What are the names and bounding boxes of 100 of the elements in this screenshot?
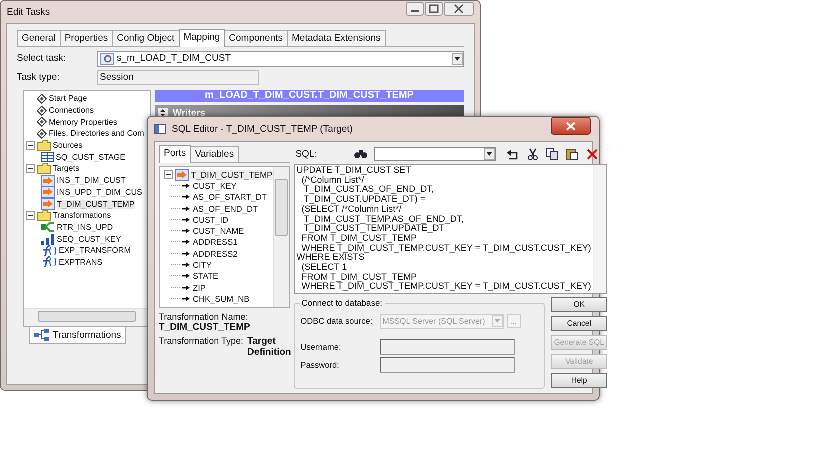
collapse-icon[interactable]: [26, 141, 35, 150]
collapse-icon[interactable]: [164, 170, 173, 180]
diamond-page-icon: [37, 106, 47, 116]
tree-item[interactable]: INS_T_DIM_CUST: [57, 176, 126, 186]
tree-item[interactable]: EXPTRANS: [59, 258, 103, 267]
tab[interactable]: Properties: [60, 30, 114, 46]
username-field[interactable]: [380, 339, 515, 355]
tree-item[interactable]: RTR_INS_UPD: [57, 222, 114, 232]
arrow-icon: [171, 238, 191, 246]
port-item[interactable]: CUST_NAME: [193, 226, 244, 236]
field-label: Password:: [300, 360, 340, 370]
binoculars-icon: [354, 149, 368, 159]
tree-item[interactable]: Start Page: [49, 94, 88, 104]
folder-icon: [37, 210, 51, 222]
vertical-scrollbar[interactable]: [272, 167, 289, 307]
horizontal-scrollbar[interactable]: [24, 308, 150, 326]
task-dropdown[interactable]: s_m_LOAD_T_DIM_CUST: [97, 50, 464, 66]
tab[interactable]: Config Object: [112, 30, 180, 46]
tab[interactable]: Variables: [190, 146, 240, 162]
port-item[interactable]: AS_OF_END_DT: [193, 204, 258, 214]
arrow-icon: [171, 272, 191, 280]
tree-item[interactable]: Files, Directories and Com: [49, 129, 144, 138]
code-line: T_DIM_CUST_TEMP.AS_OF_END_DT,: [304, 214, 465, 224]
collapse-icon[interactable]: [26, 164, 35, 174]
close-icon: [566, 122, 576, 130]
port-item[interactable]: ADDRESS1: [193, 237, 238, 248]
tree-item[interactable]: T_DIM_CUST_TEMP: [191, 170, 273, 180]
function-icon: [41, 256, 57, 268]
port-item[interactable]: ZIP: [193, 282, 206, 293]
group-title: Connect to database:: [300, 298, 385, 308]
tab[interactable]: Metadata Extensions: [287, 30, 386, 46]
code-line: T_DIM_CUST.UPDATE_DT) =: [303, 195, 427, 205]
code-line: T_DIM_CUST.AS_OF_END_DT,: [304, 185, 436, 196]
code-line: WHERE T_DIM_CUST_TEMP.CUST_KEY = T_DIM_CUST.CUST_KEY): [300, 282, 592, 292]
arrow-icon: [171, 216, 191, 224]
tab[interactable]: Transformations: [29, 327, 126, 344]
window-icon: [154, 124, 166, 134]
field-label: Task type:: [17, 72, 61, 83]
port-item[interactable]: STATE: [193, 271, 219, 282]
undo-icon[interactable]: [506, 148, 519, 160]
source-table-icon: [41, 152, 54, 162]
tree-item[interactable]: Memory Properties: [49, 118, 118, 127]
tab[interactable]: Ports: [159, 145, 192, 163]
code-line: (SELECT /*Column List*/: [300, 204, 402, 215]
vertical-scrollbar[interactable]: [593, 165, 606, 293]
password-field[interactable]: [380, 357, 515, 373]
target-arrow-icon: [41, 186, 55, 198]
sql-label: SQL:: [294, 148, 318, 160]
tree-item[interactable]: T_DIM_CUST_TEMP: [57, 200, 135, 209]
code-line: FROM T_DIM_CUST_TEMP: [300, 234, 418, 244]
close-button[interactable]: [551, 117, 591, 135]
tab[interactable]: General: [17, 30, 61, 46]
mapping-banner: m_LOAD_T_DIM_CUST.T_DIM_CUST_TEMP: [155, 90, 464, 102]
arrow-icon: [171, 193, 191, 202]
task-type-field: Session: [97, 70, 259, 85]
code-line: UPDATE T_DIM_CUST SET: [296, 166, 412, 176]
port-item[interactable]: AS_OF_START_DT: [193, 192, 267, 202]
arrow-icon: [171, 182, 191, 190]
transformation-type: Target Definition: [248, 336, 292, 358]
hierarchy-icon: [34, 329, 50, 341]
sql-editor-field[interactable]: [294, 164, 608, 294]
paste-icon[interactable]: [566, 148, 579, 160]
tree-item[interactable]: Targets: [53, 164, 80, 174]
tree-item[interactable]: EXP_TRANSFORM: [59, 246, 131, 256]
function-icon: [41, 244, 57, 257]
target-arrow-icon: [41, 198, 55, 210]
copy-icon[interactable]: [546, 148, 559, 160]
folder-icon: [37, 140, 51, 152]
tree-item[interactable]: Transformations: [53, 211, 112, 220]
ascending-steps-icon: [41, 233, 55, 246]
port-item[interactable]: ADDRESS2: [193, 248, 238, 259]
tree-item[interactable]: Sources: [53, 141, 83, 150]
port-item[interactable]: CITY: [193, 260, 212, 270]
tree-item[interactable]: SQ_CUST_STAGE: [56, 152, 126, 162]
diamond-page-icon: [37, 128, 47, 139]
arrow-icon: [171, 250, 191, 258]
arrow-icon: [171, 284, 191, 292]
arrow-icon: [171, 227, 191, 236]
info-label: Transformation Name:: [159, 312, 250, 322]
collapse-icon[interactable]: [26, 211, 35, 220]
maximize-icon: [425, 2, 443, 16]
tab[interactable]: Components: [224, 30, 288, 46]
folder-icon: [37, 163, 51, 174]
arrow-icon: [171, 261, 191, 270]
field-label: Select task:: [17, 53, 68, 64]
port-item[interactable]: CUST_KEY: [193, 180, 237, 191]
tab[interactable]: Mapping: [178, 29, 226, 47]
arrow-icon: [171, 204, 191, 213]
tree-item[interactable]: INS_UPD_T_DIM_CUS: [57, 188, 142, 197]
port-item[interactable]: CHK_SUM_NB: [193, 294, 250, 304]
code-line: T_DIM_CUST_TEMP.UPDATE_DT: [303, 224, 446, 234]
code-line: WHERE T_DIM_CUST_TEMP.CUST_KEY = T_DIM_CUST.CUST_KEY): [300, 244, 592, 253]
tree-item[interactable]: Connections: [49, 106, 94, 116]
target-arrow-icon: [41, 174, 55, 187]
router-icon: [41, 221, 55, 234]
tree-item[interactable]: SEQ_CUST_KEY: [57, 234, 122, 244]
port-item[interactable]: CUST_ID: [193, 214, 228, 225]
dropdown-value: s_m_LOAD_T_DIM_CUST: [117, 53, 232, 64]
cut-icon[interactable]: [526, 148, 539, 160]
delete-icon[interactable]: [586, 148, 599, 160]
